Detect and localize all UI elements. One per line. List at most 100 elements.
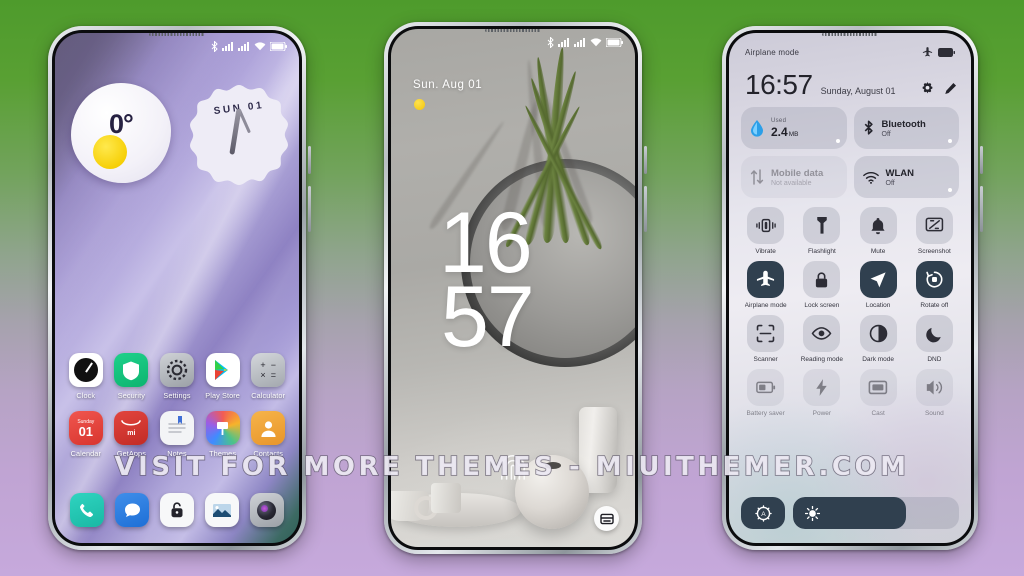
toggle-label: Battery saver bbox=[746, 410, 785, 417]
signal-icon bbox=[558, 37, 569, 47]
sun-dot-icon bbox=[414, 99, 425, 110]
wifi-icon bbox=[862, 171, 879, 184]
gallery-icon[interactable] bbox=[204, 493, 239, 527]
wallpaper-candle-holder bbox=[431, 483, 461, 513]
brightness-icon bbox=[805, 505, 820, 521]
contrast-icon bbox=[859, 315, 897, 352]
wallpaper-mug bbox=[391, 491, 438, 521]
toggle-cast[interactable]: Cast bbox=[854, 369, 903, 417]
gear-icon[interactable] bbox=[921, 82, 934, 95]
clock-widget[interactable]: SUN 01 bbox=[185, 79, 293, 187]
toggle-location[interactable]: Location bbox=[854, 261, 903, 309]
svg-text:A: A bbox=[761, 511, 766, 518]
control-center-time: 16:57 bbox=[745, 69, 813, 100]
toggle-sound[interactable]: Sound bbox=[910, 369, 959, 417]
calculator-icon: + − × = bbox=[251, 353, 286, 387]
sun-icon bbox=[93, 135, 127, 169]
app-calculator[interactable]: + − × = Calculator bbox=[245, 353, 291, 400]
app-security[interactable]: Security bbox=[109, 353, 155, 400]
app-themes[interactable]: Themes bbox=[200, 411, 246, 458]
toggle-label: DND bbox=[927, 356, 942, 363]
gear-icon bbox=[159, 353, 194, 387]
app-contacts[interactable]: Contacts bbox=[245, 411, 291, 458]
themes-icon bbox=[205, 411, 240, 445]
bell-icon bbox=[859, 207, 897, 244]
toggle-dark-mode[interactable]: Dark mode bbox=[854, 315, 903, 363]
toggle-scanner[interactable]: Scanner bbox=[741, 315, 790, 363]
toggle-label: Power bbox=[812, 410, 832, 417]
app-calendar[interactable]: Sunday 01 Calendar bbox=[63, 411, 109, 458]
phone-icon[interactable] bbox=[70, 493, 105, 527]
tile-wlan[interactable]: WLAN Off bbox=[853, 156, 959, 198]
usage-top-label: Used bbox=[771, 117, 787, 124]
play-store-icon bbox=[205, 353, 240, 387]
lockscreen-clock: 16 57 bbox=[439, 200, 535, 360]
tile-title: Mobile data bbox=[771, 167, 824, 179]
toggle-mute[interactable]: Mute bbox=[854, 207, 903, 255]
tile-mobile-data[interactable]: Mobile data Not available bbox=[741, 156, 847, 198]
app-getapps[interactable]: mi GetApps bbox=[109, 411, 155, 458]
battery-icon bbox=[270, 41, 287, 51]
toggle-battery-saver[interactable]: Battery saver bbox=[741, 369, 790, 417]
camera-shortcut-icon[interactable] bbox=[594, 506, 619, 531]
flashlight-icon bbox=[803, 207, 841, 244]
usage-value: 2.4MB bbox=[771, 124, 799, 139]
tile-data-usage[interactable]: Used 2.4MB bbox=[741, 107, 847, 149]
lock-icon[interactable] bbox=[159, 493, 194, 527]
watermark-text: VISIT FOR MORE THEMES - MIUITHEMER.COM bbox=[114, 451, 910, 483]
toggle-lock-screen[interactable]: Lock screen bbox=[797, 261, 846, 309]
wifi-icon bbox=[590, 37, 602, 46]
toggle-flashlight[interactable]: Flashlight bbox=[797, 207, 846, 255]
shield-icon bbox=[114, 353, 149, 387]
scanner-icon bbox=[747, 315, 785, 352]
lockscreen-date: Sun. Aug 01 bbox=[413, 79, 483, 91]
pencil-icon[interactable] bbox=[944, 82, 957, 95]
battery-icon bbox=[747, 369, 785, 406]
weather-widget[interactable]: 0° bbox=[71, 83, 171, 183]
mi-icon: mi bbox=[114, 411, 149, 445]
toggle-rotate[interactable]: Rotate off bbox=[910, 261, 959, 309]
tile-subtitle: Not available bbox=[771, 179, 812, 187]
app-settings[interactable]: Settings bbox=[154, 353, 200, 400]
toggle-vibrate[interactable]: Vibrate bbox=[741, 207, 790, 255]
vibrate-icon bbox=[747, 207, 785, 244]
notes-icon bbox=[159, 411, 194, 445]
app-label: Settings bbox=[163, 391, 191, 400]
location-icon bbox=[859, 261, 897, 298]
toggle-label: Airplane mode bbox=[744, 302, 787, 309]
brightness-slider[interactable] bbox=[793, 497, 959, 529]
phone2-status-bar bbox=[391, 29, 635, 51]
camera-icon[interactable] bbox=[249, 493, 284, 527]
toggle-airplane-mode[interactable]: Airplane mode bbox=[741, 261, 790, 309]
message-icon[interactable] bbox=[115, 493, 150, 527]
home-widgets: 0° SUN 01 bbox=[55, 79, 299, 199]
moon-icon bbox=[915, 315, 953, 352]
tile-title: WLAN bbox=[885, 167, 915, 179]
control-center-header: 16:57 Sunday, August 01 bbox=[745, 71, 957, 99]
earpiece-speaker bbox=[149, 33, 205, 36]
toggle-reading-mode[interactable]: Reading mode bbox=[797, 315, 846, 363]
app-grid: Clock Security Settings Play Store + − ×… bbox=[55, 353, 299, 458]
control-center-status-bar: Airplane mode bbox=[729, 47, 971, 58]
auto-brightness-icon[interactable]: A bbox=[741, 497, 785, 529]
app-notes[interactable]: Notes bbox=[154, 411, 200, 458]
toggle-power[interactable]: Power bbox=[797, 369, 846, 417]
toggle-dnd[interactable]: DND bbox=[910, 315, 959, 363]
toggle-label: Sound bbox=[924, 410, 944, 417]
battery-icon bbox=[606, 37, 623, 47]
toggle-screenshot[interactable]: Screenshot bbox=[910, 207, 959, 255]
tile-status-dot bbox=[948, 139, 952, 143]
quick-toggle-grid: Vibrate Flashlight Mute Screenshot Airpl… bbox=[741, 207, 959, 417]
airplane-icon bbox=[922, 47, 933, 57]
bluetooth-icon bbox=[864, 120, 873, 135]
calendar-icon: Sunday 01 bbox=[68, 411, 103, 445]
tile-bluetooth[interactable]: Bluetooth Off bbox=[853, 107, 959, 149]
app-play-store[interactable]: Play Store bbox=[200, 353, 246, 400]
brightness-slider-fill bbox=[793, 497, 906, 529]
data-arrows-icon bbox=[750, 169, 764, 185]
toggle-label: Cast bbox=[871, 410, 885, 417]
tile-title: Bluetooth bbox=[881, 118, 926, 130]
app-clock[interactable]: Clock bbox=[63, 353, 109, 400]
toggle-label: Location bbox=[865, 302, 891, 309]
contacts-icon bbox=[251, 411, 286, 445]
